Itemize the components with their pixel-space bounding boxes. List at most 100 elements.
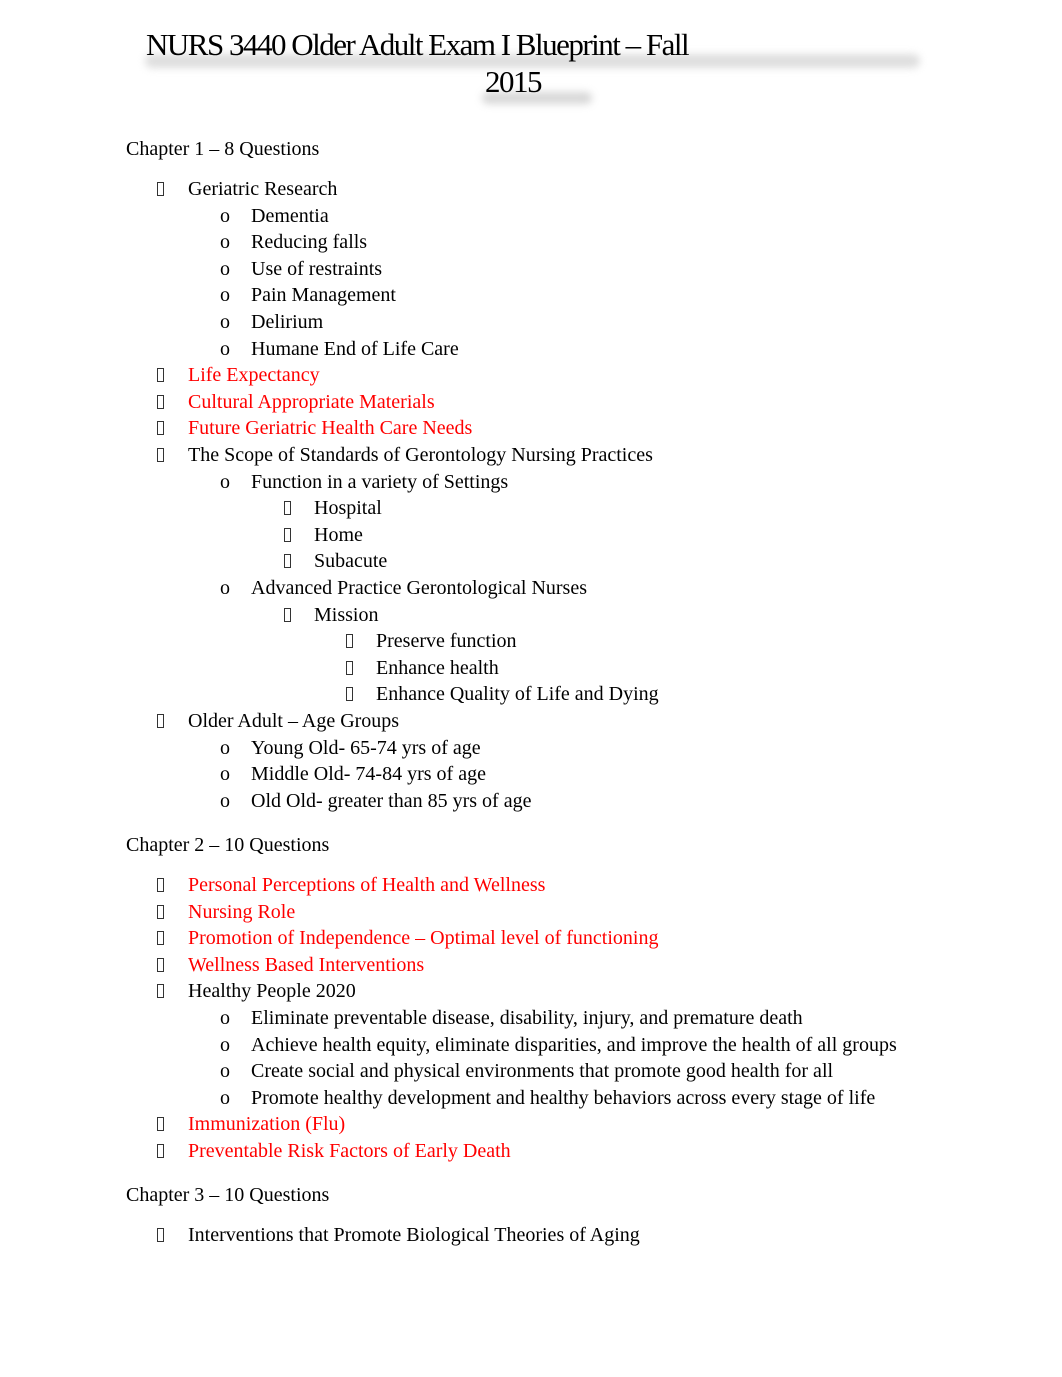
circle-bullet-icon: o	[220, 1060, 230, 1083]
list-item: o Create social and physical environments…	[0, 1059, 1062, 1083]
list-item-text: Immunization (Flu)	[188, 1113, 346, 1136]
list-item: The Scope of Standards of Gerontology Nu…	[0, 443, 1062, 467]
missing-glyph-bullet-icon	[157, 177, 164, 202]
list-item-text: Future Geriatric Health Care Needs	[188, 417, 473, 440]
list-item-text: Older Adult – Age Groups	[188, 710, 400, 732]
list-item: Subacute	[0, 549, 1062, 573]
missing-glyph-bullet-icon	[157, 1112, 164, 1137]
circle-bullet-icon: o	[220, 337, 230, 360]
list-item-text: Humane End of Life Care	[251, 337, 459, 360]
title-line-2: 2015	[485, 64, 543, 99]
circle-bullet-icon: o	[220, 1086, 230, 1109]
list-item-text: Life Expectancy	[188, 364, 320, 387]
missing-glyph-bullet-icon	[284, 549, 291, 574]
list-item: o Delirium	[0, 310, 1062, 334]
list-item-text: Mission	[314, 603, 379, 626]
missing-glyph-bullet-icon	[284, 496, 291, 521]
list-item: Preserve function	[0, 629, 1062, 653]
missing-glyph-bullet-icon	[346, 656, 353, 681]
missing-glyph-bullet-icon	[157, 873, 164, 898]
circle-bullet-icon: o	[220, 257, 230, 280]
missing-glyph-bullet-icon	[284, 523, 291, 548]
circle-bullet-icon: o	[220, 284, 230, 307]
list-item: Nursing Role	[0, 900, 1062, 924]
list-item-text: Home	[314, 523, 363, 546]
chapter-heading: Chapter 2 – 10 Questions	[126, 834, 330, 856]
list-item-text: The Scope of Standards of Gerontology Nu…	[188, 444, 653, 466]
list-item: Preventable Risk Factors of Early Death	[0, 1139, 1062, 1163]
missing-glyph-bullet-icon	[157, 1223, 164, 1248]
list-item: o Advanced Practice Gerontological Nurses	[0, 576, 1062, 600]
list-item: Cultural Appropriate Materials	[0, 390, 1062, 414]
list-item-text: Subacute	[314, 550, 388, 573]
circle-bullet-icon: o	[220, 470, 230, 493]
missing-glyph-bullet-icon	[157, 363, 164, 388]
list-item-text: Old Old- greater than 85 yrs of age	[251, 789, 532, 812]
list-item: o Young Old- 65-74 yrs of age	[0, 736, 1062, 760]
list-item: Future Geriatric Health Care Needs	[0, 416, 1062, 440]
list-item: o Reducing falls	[0, 230, 1062, 254]
list-item-text: Healthy People 2020	[188, 980, 356, 1003]
list-item-text: Reducing falls	[251, 231, 368, 254]
list-item: o Use of restraints	[0, 257, 1062, 281]
missing-glyph-bullet-icon	[157, 390, 164, 415]
missing-glyph-bullet-icon	[157, 416, 164, 441]
list-item-text: Geriatric Research	[188, 178, 338, 200]
list-item: o Function in a variety of Settings	[0, 470, 1062, 494]
missing-glyph-bullet-icon	[157, 900, 164, 925]
list-item: Older Adult – Age Groups	[0, 709, 1062, 733]
list-item-text: Create social and physical environments …	[251, 1060, 834, 1083]
list-item: o Promote healthy development and healthy…	[0, 1086, 1062, 1110]
title-line-1: NURS 3440 Older Adult Exam I Blueprint –…	[146, 27, 690, 62]
list-item-text: Nursing Role	[188, 900, 296, 923]
list-item: Wellness Based Interventions	[0, 953, 1062, 977]
list-item-text: Hospital	[314, 497, 382, 520]
missing-glyph-bullet-icon	[157, 1139, 164, 1164]
list-item: Geriatric Research	[0, 177, 1062, 201]
circle-bullet-icon: o	[220, 1033, 230, 1056]
list-item: Hospital	[0, 496, 1062, 520]
list-item: Enhance Quality of Life and Dying	[0, 682, 1062, 706]
missing-glyph-bullet-icon	[157, 443, 164, 468]
circle-bullet-icon: o	[220, 736, 230, 759]
list-item: Enhance health	[0, 656, 1062, 680]
list-item-text: Eliminate preventable disease, disabilit…	[251, 1007, 803, 1029]
list-item-text: Use of restraints	[251, 257, 383, 280]
list-item-text: Cultural Appropriate Materials	[188, 390, 435, 413]
missing-glyph-bullet-icon	[157, 709, 164, 734]
list-item: Life Expectancy	[0, 363, 1062, 387]
missing-glyph-bullet-icon	[346, 629, 353, 654]
list-item: o Achieve health equity, eliminate dispar…	[0, 1033, 1062, 1057]
list-item: o Eliminate preventable disease, disabili…	[0, 1006, 1062, 1030]
list-item-text: Young Old- 65-74 yrs of age	[251, 736, 481, 759]
list-item: Interventions that Promote Biological Th…	[0, 1223, 1062, 1247]
list-item-text: Preserve function	[376, 630, 517, 653]
list-item-text: Promotion of Independence – Optimal leve…	[188, 927, 659, 950]
list-item-text: Pain Management	[251, 284, 396, 307]
chapter-heading: Chapter 1 – 8 Questions	[126, 138, 320, 160]
list-item-text: Middle Old- 74-84 yrs of age	[251, 763, 486, 786]
list-item-text: Enhance Quality of Life and Dying	[376, 683, 659, 706]
list-item-text: Promote healthy development and healthy …	[251, 1086, 876, 1109]
list-item-text: Dementia	[251, 204, 329, 227]
list-item: Personal Perceptions of Health and Welln…	[0, 873, 1062, 897]
circle-bullet-icon: o	[220, 231, 230, 254]
missing-glyph-bullet-icon	[157, 953, 164, 978]
list-item: o Dementia	[0, 204, 1062, 228]
circle-bullet-icon: o	[220, 1007, 230, 1029]
list-item-text: Preventable Risk Factors of Early Death	[188, 1140, 511, 1162]
circle-bullet-icon: o	[220, 577, 230, 599]
list-item-text: Delirium	[251, 311, 324, 333]
list-item: o Middle Old- 74-84 yrs of age	[0, 762, 1062, 786]
list-item: o Old Old- greater than 85 yrs of age	[0, 789, 1062, 813]
missing-glyph-bullet-icon	[157, 926, 164, 951]
list-item: Healthy People 2020	[0, 979, 1062, 1003]
circle-bullet-icon: o	[220, 311, 230, 333]
list-item: Immunization (Flu)	[0, 1112, 1062, 1136]
list-item: o Pain Management	[0, 283, 1062, 307]
circle-bullet-icon: o	[220, 763, 230, 786]
list-item-text: Enhance health	[376, 656, 499, 679]
list-item-text: Interventions that Promote Biological Th…	[188, 1224, 640, 1246]
missing-glyph-bullet-icon	[346, 682, 353, 707]
list-item-text: Personal Perceptions of Health and Welln…	[188, 874, 546, 896]
